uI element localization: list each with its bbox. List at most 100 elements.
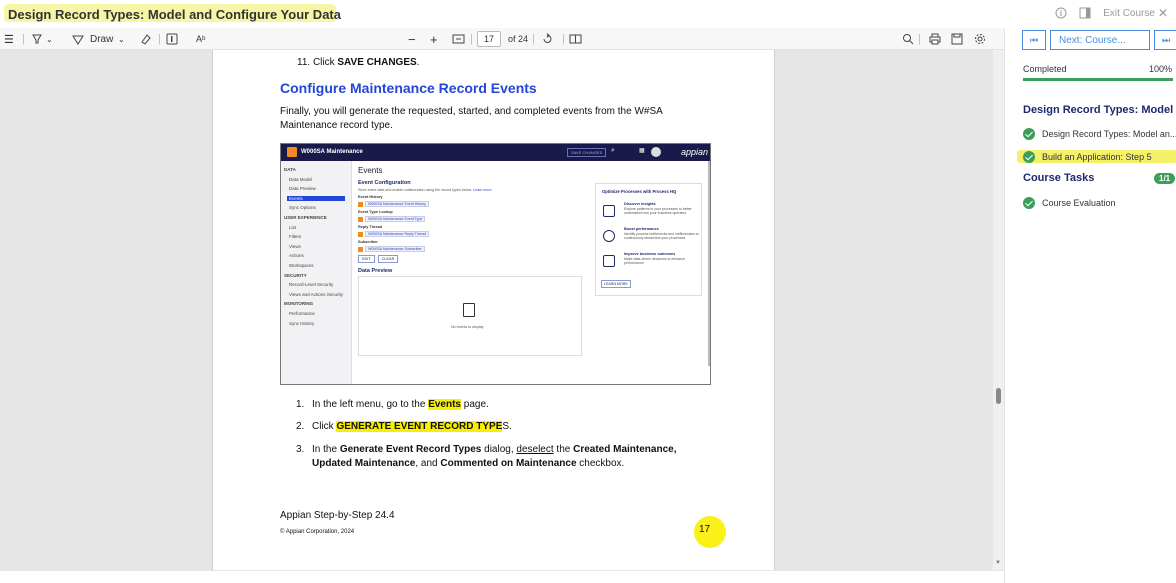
toolbar-divider: | (470, 33, 473, 45)
progress-value: 100% (1148, 64, 1172, 74)
nav-buttons: ⏮ Next: Course... ⏭ (1022, 30, 1176, 50)
step-11-prefix: 11. Click (297, 57, 338, 68)
embedded-nav-section: DATA (284, 167, 296, 172)
embedded-field: Reply Thread W000SA Maintenance Reply Thr… (358, 225, 588, 237)
embedded-fields: Event History W000SA Maintenance Event Hi… (358, 195, 588, 252)
check-icon (1023, 197, 1035, 209)
list-item-post: S. (502, 421, 512, 432)
embedded-promo-button: LEARN MORE (601, 280, 631, 288)
list-item-pre: In the (312, 444, 340, 455)
intro-line-1: Finally, you will generate the requested… (280, 106, 663, 117)
intro-line-2: Maintenance record type. (280, 120, 393, 131)
draw-button[interactable]: Draw (90, 30, 113, 48)
chevron-down-icon[interactable]: ⌄ (46, 30, 53, 48)
embedded-logo-icon (287, 147, 297, 157)
fit-page-icon[interactable] (452, 30, 465, 48)
last-button[interactable]: ⏭ (1154, 30, 1176, 50)
embedded-field-label: Reply Thread (358, 225, 383, 229)
embedded-header: W000SA Maintenance SAVE CHANGES ⌕ ▦ appi… (281, 144, 710, 161)
list-item-pre: Click (312, 421, 337, 432)
exit-course-button[interactable]: Exit Course ✕ (1103, 6, 1168, 20)
embedded-save-button: SAVE CHANGES (567, 148, 607, 157)
list-item-bold: Generate Event Record Types (339, 444, 482, 455)
embedded-preview-title: Data Preview (358, 268, 393, 274)
embedded-field-value: W000SA Maintenance Reply Thread (358, 231, 588, 237)
embedded-nav-item: Record-Level Security (289, 282, 334, 288)
pdf-viewer[interactable]: 11. Click SAVE CHANGES. Configure Mainte… (0, 50, 1004, 571)
record-type-icon (358, 216, 363, 222)
tasks-title: Course Tasks (1023, 172, 1095, 184)
promo-item-text: Identify process bottlenecks and ineffic… (624, 232, 699, 241)
page-number-input[interactable]: 17 (477, 31, 501, 47)
embedded-app-title: W000SA Maintenance (301, 149, 363, 155)
chevron-down-icon[interactable]: ⌄ (118, 30, 125, 48)
next-course-button[interactable]: Next: Course... (1050, 30, 1150, 50)
embedded-config-desc: Store event data and enable collaboratio… (358, 188, 473, 192)
zoom-out-icon[interactable]: − (408, 30, 416, 48)
save-icon[interactable] (951, 30, 963, 48)
course-title: Design Record Types: Model and Configure… (8, 7, 341, 22)
embedded-field: Event History W000SA Maintenance Event Hi… (358, 195, 588, 207)
embedded-empty-icon (463, 303, 475, 317)
search-icon[interactable] (902, 30, 914, 48)
task-item-label: Course Evaluation (1042, 198, 1116, 208)
scroll-down-icon[interactable]: ▼ (995, 560, 1001, 566)
embedded-nav-item: Data Preview (289, 186, 316, 192)
check-icon (1023, 128, 1035, 140)
list-item-pre: In the left menu, go to the (312, 399, 429, 410)
highlight-icon[interactable] (31, 30, 43, 48)
rotate-icon[interactable] (541, 30, 553, 48)
list-item: In the Generate Event Record Types dialo… (312, 443, 712, 471)
two-page-icon[interactable] (569, 30, 582, 48)
info-icon[interactable] (1055, 7, 1067, 19)
close-icon: ✕ (1157, 6, 1168, 20)
toolbar-divider: | (562, 33, 565, 45)
pdf-page: 11. Click SAVE CHANGES. Configure Mainte… (212, 50, 775, 570)
embedded-field-value-text: W000SA Maintenance Event History (365, 201, 429, 207)
tasks-badge: 1/1 (1154, 173, 1176, 184)
module-item-label: Build an Application: Step 5 (1042, 152, 1152, 162)
embedded-field-label: Subscriber (358, 240, 378, 244)
list-item-bold2: Created Maintenance, (573, 444, 677, 455)
embedded-nav-item: Data Model (289, 176, 313, 182)
page-number-box[interactable]: 17 (477, 30, 501, 48)
list-number: 2. (296, 421, 305, 432)
module-item-label: Design Record Types: Model an... (1042, 129, 1176, 139)
eraser-icon[interactable] (139, 30, 151, 48)
step-11-suffix: . (416, 57, 420, 68)
embedded-nav-item: Sync History (289, 320, 315, 326)
module-item-2[interactable]: Build an Application: Step 5 (1023, 151, 1152, 163)
task-item-course-evaluation[interactable]: Course Evaluation (1023, 197, 1116, 209)
prev-button[interactable]: ⏮ (1022, 30, 1046, 50)
embedded-field-value: W000SA Maintenance Event History (358, 201, 588, 207)
scrollbar-thumb[interactable] (996, 388, 1001, 404)
module-item-1[interactable]: Design Record Types: Model an... (1023, 128, 1176, 140)
embedded-learn-more-link: Learn more (473, 188, 492, 192)
draw-icon[interactable] (72, 30, 84, 48)
embedded-field-label: Event Type Lookup (358, 210, 393, 214)
embedded-nav-item: Actions (289, 253, 304, 259)
promo-item-title: Improve business outcomes (624, 252, 676, 256)
step-11: 11. Click SAVE CHANGES. (297, 56, 419, 70)
embedded-field-value: W000SA Maintenance Subscriber (358, 246, 588, 252)
embedded-field-value: W000SA Maintenance Event Type (358, 216, 588, 222)
panel-toggle-icon[interactable] (1079, 7, 1091, 19)
module-title: Design Record Types: Model an (1023, 104, 1176, 116)
contents-icon[interactable]: ☰ (4, 30, 14, 48)
progress-fill (1023, 78, 1173, 81)
list-item-mid2: the (553, 444, 574, 455)
embedded-search-icon: ⌕ (611, 147, 615, 154)
read-aloud-icon[interactable]: Aᵇ (196, 30, 205, 48)
top-right-controls: Exit Course ✕ (1055, 6, 1168, 20)
list-item-mid: dialog, (481, 444, 517, 455)
list-item-bold: Events (428, 399, 461, 410)
page-number: 17 (699, 524, 711, 535)
text-box-icon[interactable] (166, 30, 178, 48)
zoom-in-icon[interactable]: + (430, 30, 438, 48)
gear-icon[interactable] (974, 30, 986, 48)
embedded-nav-section: USER EXPERIENCE (284, 215, 327, 220)
print-icon[interactable] (929, 30, 941, 48)
embedded-nav-item: Workspaces (289, 263, 314, 268)
viewer-scrollbar[interactable]: ▼ (993, 50, 1004, 570)
page-total: of 24 (508, 34, 529, 44)
